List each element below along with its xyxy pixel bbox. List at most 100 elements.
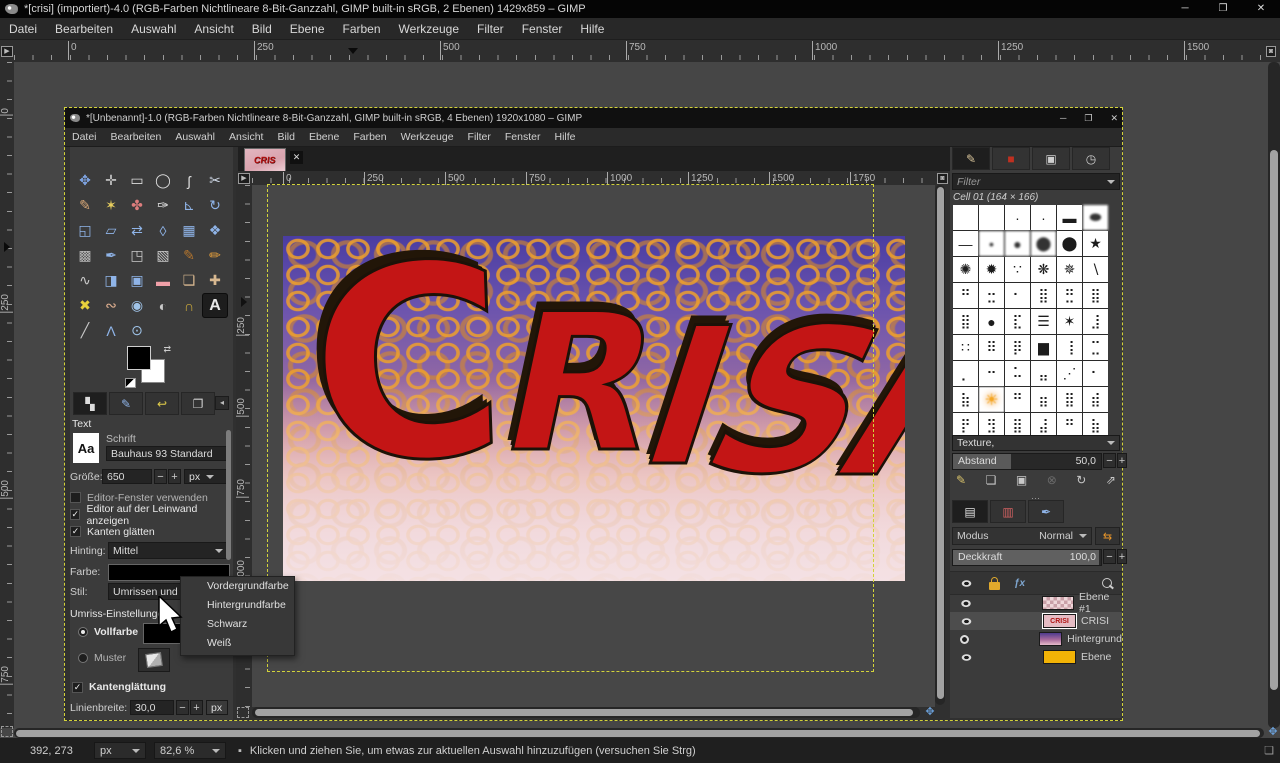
brush-cell: ⠥ xyxy=(1005,361,1030,386)
layer-thumbnail xyxy=(1039,632,1062,646)
brush-cell: ☀ xyxy=(979,387,1004,412)
image-tab-thumbnail: CRIS xyxy=(244,148,286,172)
refresh-brushes-icon: ↻ xyxy=(1076,473,1086,487)
inner-menu-bild: Bild xyxy=(270,131,302,143)
ruler-label: 250 xyxy=(236,317,249,336)
menu-bearbeiten[interactable]: Bearbeiten xyxy=(46,22,122,36)
layer-row-ebene: Ebene xyxy=(950,648,1122,666)
menu-auswahl[interactable]: Auswahl xyxy=(122,22,185,36)
inner-ruler-marker xyxy=(241,297,247,307)
ruler-corner-right-icon[interactable]: ◙ xyxy=(1262,40,1280,62)
menu-werkzeuge[interactable]: Werkzeuge xyxy=(390,22,468,36)
inner-vertical-scrollbar xyxy=(935,185,945,705)
tool-scissors-select: ✂ xyxy=(202,168,228,193)
radio-solid-color xyxy=(78,627,88,637)
ruler-label: 500 xyxy=(440,41,460,60)
ruler-corner-icon[interactable]: ▶ xyxy=(0,40,14,62)
ruler-label: 1250 xyxy=(998,41,1023,60)
unit-select[interactable]: px xyxy=(94,742,146,759)
layer-name: Hintergrund xyxy=(1067,633,1122,645)
menu-hilfe[interactable]: Hilfe xyxy=(571,22,613,36)
texture-select: Texture, xyxy=(952,435,1120,451)
tool-pencil: ✏ xyxy=(202,243,228,268)
checkbox-icon: ✓ xyxy=(70,526,81,537)
tab-fonts: ▣ xyxy=(1032,147,1070,170)
tool-paths: ✒ xyxy=(98,243,124,268)
brush-cell: ⣤ xyxy=(1031,361,1056,386)
tab-document-history: ◷ xyxy=(1072,147,1110,170)
ruler-label: 500 xyxy=(236,398,249,417)
tool-dodge-burn: ◐ xyxy=(150,293,176,318)
pattern-picker-button xyxy=(138,648,170,672)
menu-item-hintergrundfarbe[interactable]: Hintergrundfarbe xyxy=(181,596,294,615)
size-minus-button: − xyxy=(154,469,167,484)
menu-ansicht[interactable]: Ansicht xyxy=(185,22,242,36)
brush-action-buttons: ✎ ❏ ▣ ⊗ ↻ ⇗ xyxy=(956,473,1116,487)
menu-fenster[interactable]: Fenster xyxy=(513,22,572,36)
size-input: 650 xyxy=(102,469,152,484)
tool-clone: ❏ xyxy=(176,268,202,293)
inner-maximize-button: ❐ xyxy=(1084,113,1092,124)
tool-paintbrush: ✎ xyxy=(176,243,202,268)
minimize-button[interactable]: ─ xyxy=(1166,0,1204,18)
tool-zoom: ⊙ xyxy=(124,318,150,343)
outer-vertical-scrollbar[interactable] xyxy=(1268,62,1280,728)
layer-row-hintergrund: Hintergrund xyxy=(950,630,1122,648)
tool-perspective: ◊ xyxy=(150,218,176,243)
inner-menu-werkzeuge: Werkzeuge xyxy=(394,131,461,143)
inner-close-button: ✕ xyxy=(1110,113,1118,124)
brush-cell: ☰ xyxy=(1031,309,1056,334)
brush-cell: ▬ xyxy=(1057,205,1082,230)
ruler-position-marker xyxy=(348,48,358,54)
inner-menu-ebene: Ebene xyxy=(302,131,346,143)
menu-farben[interactable]: Farben xyxy=(334,22,390,36)
brush-cell: ⬤ xyxy=(1057,231,1082,256)
brush-cell: ⬬ xyxy=(1083,205,1108,230)
menu-datei[interactable]: Datei xyxy=(0,22,46,36)
brush-cell: ⣏ xyxy=(1005,309,1030,334)
layer-visibility-eye-icon xyxy=(960,635,969,644)
ruler-label: 1000 xyxy=(812,41,837,60)
option-dock-tabs: ▚ ✎ ↩ ❐ xyxy=(73,392,215,415)
tool-mypaint-brush: ✑ xyxy=(150,193,176,218)
layer-thumbnail xyxy=(1042,596,1074,610)
layer-thumbnail xyxy=(1043,650,1076,664)
gimp-wilber-icon xyxy=(5,4,18,14)
radio-pattern-label: Muster xyxy=(94,652,126,664)
tool-ink: ∩ xyxy=(176,293,202,318)
outer-horizontal-scrollbar[interactable] xyxy=(14,728,1264,738)
outer-menu-bar: Datei Bearbeiten Auswahl Ansicht Bild Eb… xyxy=(0,18,1280,40)
menu-ebene[interactable]: Ebene xyxy=(281,22,334,36)
menu-filter[interactable]: Filter xyxy=(468,22,513,36)
swap-colors-icon: ⇄ xyxy=(163,344,171,355)
brush-cell xyxy=(979,205,1004,230)
hinting-label: Hinting: xyxy=(70,545,106,557)
pattern-icon xyxy=(145,652,163,668)
checkbox-icon xyxy=(70,492,81,503)
zoom-select[interactable]: 82,6 % xyxy=(154,742,226,759)
maximize-button[interactable]: ❐ xyxy=(1204,0,1242,18)
outer-horizontal-ruler[interactable]: 0250500750100012501500 xyxy=(14,40,1262,62)
menu-item-schwarz[interactable]: Schwarz xyxy=(181,615,294,634)
outer-status-bar: 392, 273 px 82,6 % ▪ Klicken und ziehen … xyxy=(0,738,1280,763)
inner-gimp-window-image[interactable]: *[Unbenannt]-1.0 (RGB-Farben Nichtlinear… xyxy=(65,108,1122,720)
tab-brushes: ✎ xyxy=(952,147,990,170)
outer-vertical-ruler[interactable]: 0250500750 xyxy=(0,62,14,728)
size-plus-button: + xyxy=(168,469,181,484)
brush-cell: · xyxy=(1031,205,1056,230)
menu-bild[interactable]: Bild xyxy=(243,22,281,36)
brush-cell: ⡿ xyxy=(1005,335,1030,360)
tab-menu-icon: ◂ xyxy=(215,396,229,410)
tool-bucket-fill: ◨ xyxy=(98,268,124,293)
layer-name: Ebene xyxy=(1081,651,1111,663)
tool-fuzzy-select: ✶ xyxy=(98,193,124,218)
close-button[interactable]: ✕ xyxy=(1242,0,1280,18)
brush-cell: ⣉ xyxy=(1083,335,1108,360)
status-corner-icon[interactable]: ❏ xyxy=(1264,744,1274,757)
quickmask-toggle-icon[interactable] xyxy=(1,726,13,737)
menu-item-vordergrundfarbe[interactable]: Vordergrundfarbe xyxy=(181,577,294,596)
menu-item-weiss[interactable]: Weiß xyxy=(181,634,294,653)
inner-horizontal-ruler: 02505007501000125015001750 xyxy=(252,171,950,185)
toolbox-grid: ✥✛▭◯ʃ✂✎✶✤✑⊾↻◱▱⇄◊▦❖▩✒◳▧✎✏∿◨▣▬❏✚✖∾◉◐∩A╱Λ⊙ xyxy=(72,168,228,343)
brush-cell: ⡀ xyxy=(953,361,978,386)
